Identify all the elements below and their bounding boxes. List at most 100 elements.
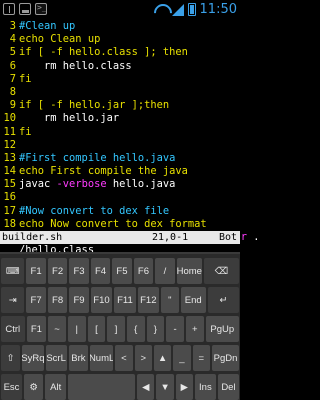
key-backspace[interactable]: ⌫ bbox=[203, 258, 239, 284]
code-text: if [ -f hello.jar ];then bbox=[19, 99, 169, 112]
code-token: #Clean up bbox=[19, 20, 76, 32]
key-arrow-right[interactable]: ▶ bbox=[175, 374, 193, 400]
code-line: 12 bbox=[0, 139, 240, 152]
code-text: rm hello.class bbox=[19, 60, 132, 73]
line-number: 10 bbox=[3, 112, 16, 125]
key-f7[interactable]: F7 bbox=[26, 287, 46, 313]
code-token: if [ -f hello.jar ];then bbox=[19, 99, 170, 112]
keyboard-row: ⌨ F1 F2 F3 F4 F5 F6/Home ⌫ bbox=[1, 258, 239, 284]
key-f10[interactable]: F10 bbox=[90, 287, 113, 313]
key-equals[interactable]: = bbox=[192, 345, 210, 371]
line-number: 11 bbox=[3, 125, 16, 138]
code-text: javac -verbose hello.java bbox=[19, 178, 175, 191]
code-token: if [ -f hello.class ]; then bbox=[19, 46, 188, 59]
battery-icon bbox=[187, 3, 196, 16]
code-line: 13 #First compile hello.java bbox=[0, 152, 240, 165]
key-minus[interactable]: - bbox=[166, 316, 184, 342]
vim-status-line: builder.sh 21,0-1 Bot bbox=[0, 231, 240, 244]
line-number: 12 bbox=[3, 138, 16, 151]
key-settings[interactable]: ⚙ bbox=[24, 374, 44, 400]
filename: builder.sh bbox=[2, 232, 63, 243]
code-line: 8 bbox=[0, 86, 240, 99]
code-token: hello.java bbox=[106, 178, 176, 191]
notification-icons bbox=[3, 3, 47, 15]
key-f4[interactable]: F4 bbox=[90, 258, 111, 284]
line-number: 5 bbox=[9, 46, 16, 59]
code-line: 16 bbox=[0, 191, 240, 204]
key-slash[interactable]: / bbox=[155, 258, 175, 284]
code-line: 4 echo Clean up bbox=[0, 33, 240, 46]
code-text: if [ -f hello.class ]; then bbox=[19, 46, 188, 59]
key-scrolllock[interactable]: ScrL bbox=[45, 345, 67, 371]
hacker-keyboard: ⌨ F1 F2 F3 F4 F5 F6/Home ⌫ ⇥ F7 F8 F9 F10 F11 F12 " End ↵… bbox=[0, 252, 240, 400]
picture-icon bbox=[19, 3, 31, 15]
key-end[interactable]: End bbox=[180, 287, 206, 313]
terminal-icon bbox=[35, 3, 47, 15]
key-greater[interactable]: > bbox=[134, 345, 152, 371]
keyboard-toggle-key[interactable]: ⌨ bbox=[1, 258, 25, 284]
key-f3[interactable]: F3 bbox=[69, 258, 89, 284]
key-f2[interactable]: F2 bbox=[47, 258, 68, 284]
key-quote[interactable]: " bbox=[161, 287, 179, 313]
system-icons: 11:50 bbox=[154, 2, 237, 17]
key-f8[interactable]: F8 bbox=[47, 287, 68, 313]
key-delete[interactable]: Del bbox=[217, 374, 239, 400]
key-underscore[interactable]: _ bbox=[173, 345, 191, 371]
key-f9[interactable]: F9 bbox=[69, 287, 89, 313]
key-bracket-close[interactable]: ] bbox=[107, 316, 125, 342]
code-line: 18 echo Now convert to dex format bbox=[0, 218, 240, 231]
key-shift[interactable]: ⇧ bbox=[1, 345, 21, 371]
key-insert[interactable]: Ins bbox=[194, 374, 216, 400]
status-bar: 11:50 bbox=[0, 0, 240, 20]
key-numlock[interactable]: NumL bbox=[90, 345, 114, 371]
key-f5[interactable]: F5 bbox=[112, 258, 132, 284]
line-number: 7 bbox=[9, 72, 16, 85]
code-token: echo First compile the java bbox=[19, 165, 188, 178]
code-token: . bbox=[247, 231, 260, 243]
key-tilde[interactable]: ~ bbox=[48, 316, 66, 342]
line-number: 15 bbox=[3, 178, 16, 191]
line-number: 3 bbox=[9, 20, 16, 32]
key-arrow-down[interactable]: ▼ bbox=[156, 374, 174, 400]
key-pgdn[interactable]: PgDn bbox=[211, 345, 239, 371]
key-home[interactable]: Home bbox=[176, 258, 202, 284]
vim-editor[interactable]: 3 #Clean up 4 echo Clean up 5 if [ -f hello.c… bbox=[0, 20, 260, 256]
key-enter[interactable]: ↵ bbox=[207, 287, 240, 313]
key-brace-close[interactable]: } bbox=[146, 316, 165, 342]
line-number: 8 bbox=[9, 85, 16, 98]
key-alt[interactable]: Alt bbox=[45, 374, 67, 400]
code-line: 6 rm hello.class bbox=[0, 60, 240, 73]
key-f6[interactable]: F6 bbox=[133, 258, 154, 284]
key-tab[interactable]: ⇥ bbox=[1, 287, 25, 313]
key-brace-open[interactable]: { bbox=[126, 316, 145, 342]
key-bracket-open[interactable]: [ bbox=[87, 316, 106, 342]
key-f12[interactable]: F12 bbox=[137, 287, 160, 313]
code-line: 3 #Clean up bbox=[0, 20, 240, 33]
code-line: 9 if [ -f hello.jar ];then bbox=[0, 99, 240, 112]
key-arrow-left[interactable]: ◀ bbox=[137, 374, 155, 400]
cursor-position: 21,0-1 bbox=[152, 232, 189, 243]
key-f1[interactable]: F1 bbox=[26, 258, 46, 284]
code-token: echo Clean up bbox=[19, 33, 101, 46]
key-space[interactable] bbox=[68, 374, 136, 400]
key-less[interactable]: < bbox=[115, 345, 133, 371]
keyboard-row: Ctrl F1 ~ |[]{} - + PgUp bbox=[1, 316, 239, 342]
key-f1-alt[interactable]: F1 bbox=[26, 316, 47, 342]
key-break[interactable]: Brk bbox=[68, 345, 89, 371]
code-token: -verbose bbox=[56, 178, 107, 191]
key-esc[interactable]: Esc bbox=[1, 374, 23, 400]
key-pgup[interactable]: PgUp bbox=[205, 316, 239, 342]
key-f11[interactable]: F11 bbox=[114, 287, 136, 313]
key-sysrq[interactable]: SyRq bbox=[22, 345, 44, 371]
wifi-icon bbox=[154, 4, 168, 16]
line-number: 18 bbox=[3, 217, 16, 230]
key-plus[interactable]: + bbox=[185, 316, 204, 342]
code-text: #Clean up bbox=[19, 20, 75, 33]
code-line: 11 fi bbox=[0, 126, 240, 139]
key-ctrl[interactable]: Ctrl bbox=[1, 316, 25, 342]
code-text: echo First compile the java bbox=[19, 165, 188, 178]
keyboard-row: ⇥ F7 F8 F9 F10 F11 F12 " End ↵ bbox=[1, 287, 240, 313]
key-arrow-up[interactable]: ▲ bbox=[153, 345, 172, 371]
line-number: 16 bbox=[3, 191, 16, 204]
key-pipe[interactable]: | bbox=[67, 316, 86, 342]
